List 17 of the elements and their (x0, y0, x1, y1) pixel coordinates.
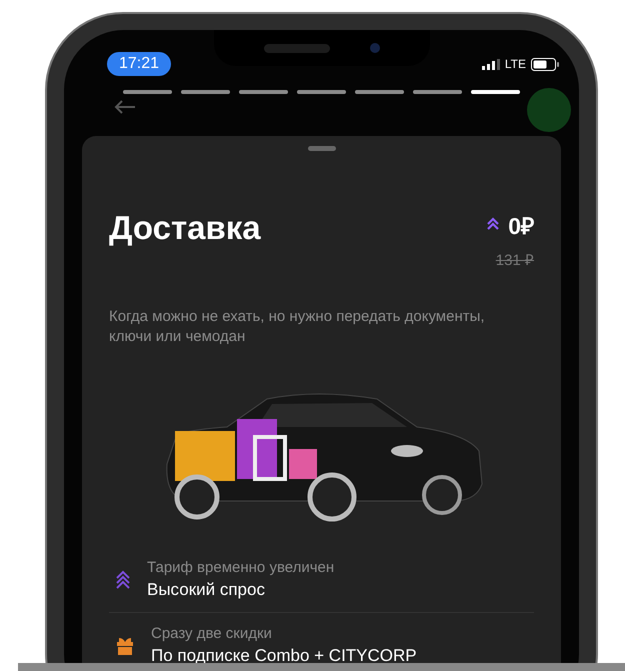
chevrons-up-icon (115, 570, 131, 590)
sheet-handle[interactable] (308, 146, 336, 151)
status-time: 17:21 (107, 52, 172, 76)
signal-icon (482, 58, 500, 70)
description: Когда можно не ехать, но нужно передать документы, ключи или чемодан (109, 307, 486, 347)
item-title: Высокий спрос (147, 580, 266, 600)
back-arrow-icon[interactable] (114, 100, 136, 114)
item-title: По подписке Combo + CITYCORP (151, 646, 417, 666)
price: 0₽ (508, 212, 534, 241)
item-caption: Сразу две скидки (151, 625, 273, 642)
item-caption: Тариф временно увеличен (147, 559, 334, 576)
sheet-title: Доставка (109, 209, 261, 248)
old-price: 131 ₽ (496, 251, 534, 269)
network-label: LTE (504, 57, 526, 71)
gift-icon (115, 636, 135, 656)
battery-icon (531, 58, 559, 70)
avatar-circle[interactable] (527, 88, 571, 132)
